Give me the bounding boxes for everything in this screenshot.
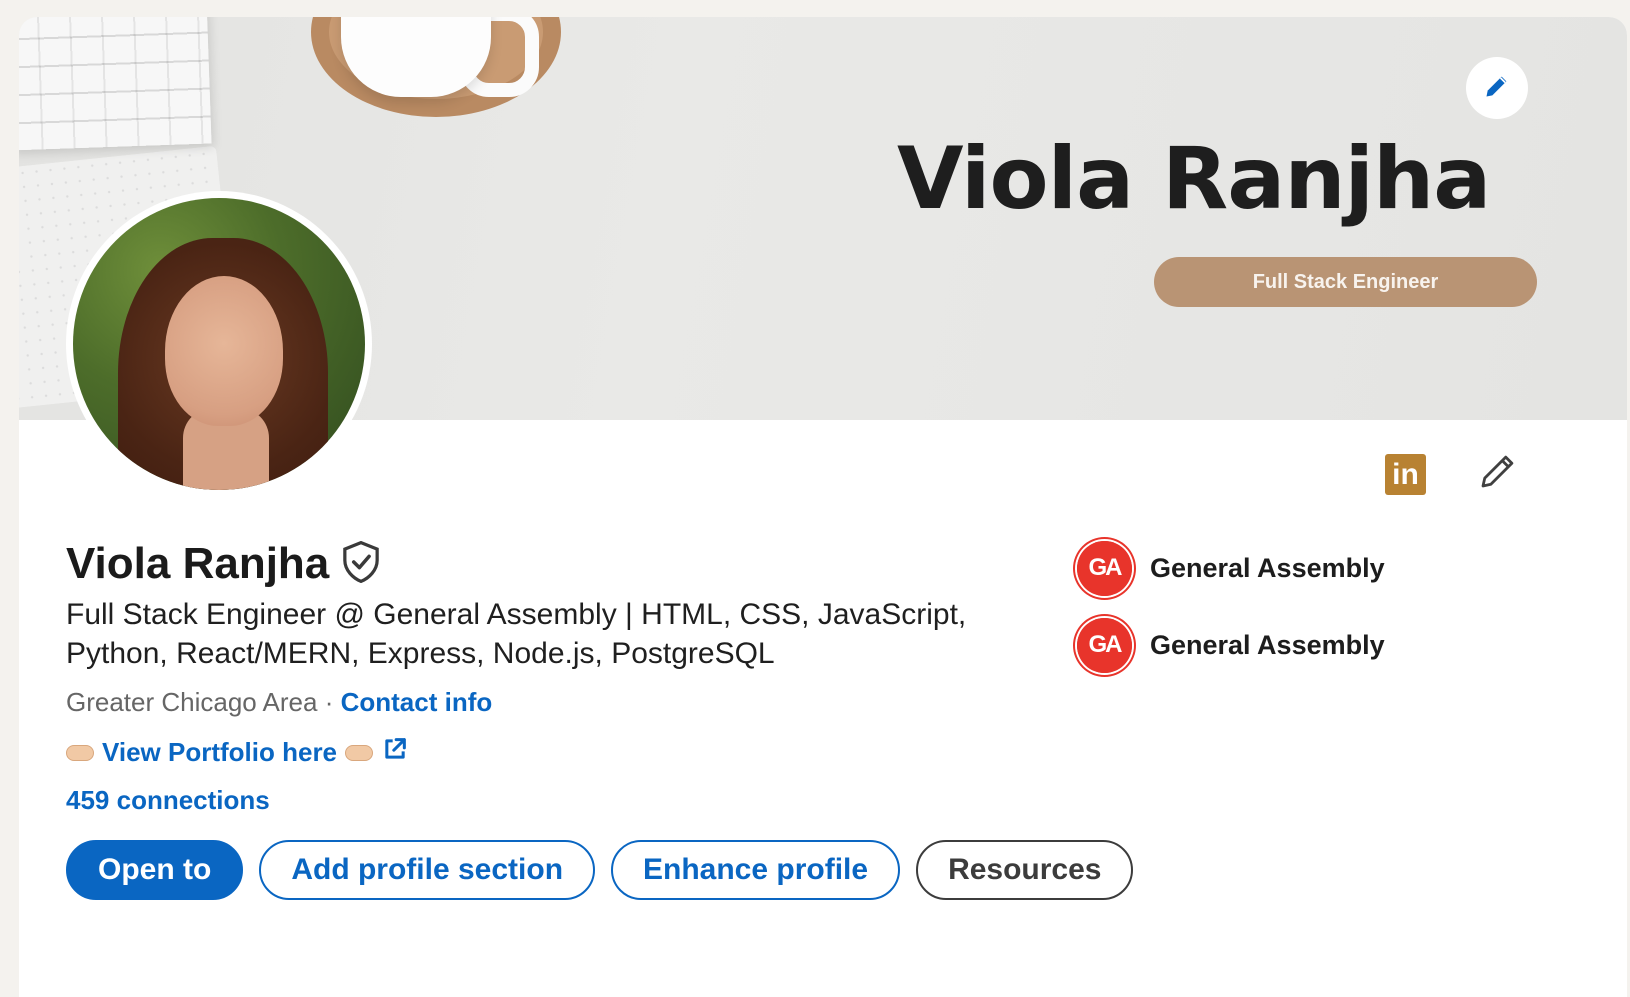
education-name: General Assembly (1150, 552, 1385, 583)
profile-card: Viola Ranjha Full Stack Engineer in Viol… (19, 17, 1627, 997)
edit-banner-button[interactable] (1466, 57, 1528, 119)
profile-avatar[interactable] (66, 191, 372, 497)
avatar-face (165, 276, 283, 426)
open-to-button[interactable]: Open to (66, 840, 244, 900)
linkedin-icon[interactable]: in (1385, 454, 1426, 495)
external-link-icon[interactable] (381, 735, 409, 770)
education-name: General Assembly (1150, 629, 1385, 660)
profile-action-buttons: Open to Add profile section Enhance prof… (66, 840, 1134, 900)
add-profile-section-button[interactable]: Add profile section (259, 840, 596, 900)
portfolio-row: View Portfolio here (66, 735, 409, 770)
separator-dot: · (324, 687, 334, 717)
education-list: GA General Assembly GA General Assembly (1077, 538, 1385, 692)
resources-button[interactable]: Resources (916, 840, 1134, 900)
education-item[interactable]: GA General Assembly (1077, 538, 1385, 598)
banner-keyboard-decoration (19, 17, 212, 151)
avatar-photo (73, 198, 365, 490)
pointing-hand-icon (66, 744, 94, 761)
edit-intro-button[interactable] (1474, 451, 1520, 497)
banner-title-pill: Full Stack Engineer (1154, 257, 1537, 307)
profile-name: Viola Ranjha (66, 539, 330, 588)
general-assembly-logo: GA (1077, 540, 1132, 596)
education-item[interactable]: GA General Assembly (1077, 615, 1385, 675)
banner-name: Viola Ranjha (897, 129, 1491, 229)
general-assembly-logo: GA (1077, 617, 1132, 673)
connections-link[interactable]: 459 connections (66, 785, 270, 816)
portfolio-link[interactable]: View Portfolio here (102, 737, 337, 768)
profile-headline: Full Stack Engineer @ General Assembly |… (66, 598, 967, 670)
pencil-icon (1483, 72, 1511, 105)
pencil-icon (1476, 451, 1518, 498)
location-text: Greater Chicago Area (66, 687, 318, 717)
profile-name-row: Viola Ranjha (66, 539, 381, 589)
contact-info-link[interactable]: Contact info (341, 687, 493, 717)
enhance-profile-button[interactable]: Enhance profile (611, 840, 901, 900)
verified-shield-icon[interactable] (341, 540, 381, 588)
pointing-hand-icon (345, 744, 374, 761)
location-row: Greater Chicago Area · Contact info (66, 687, 492, 718)
